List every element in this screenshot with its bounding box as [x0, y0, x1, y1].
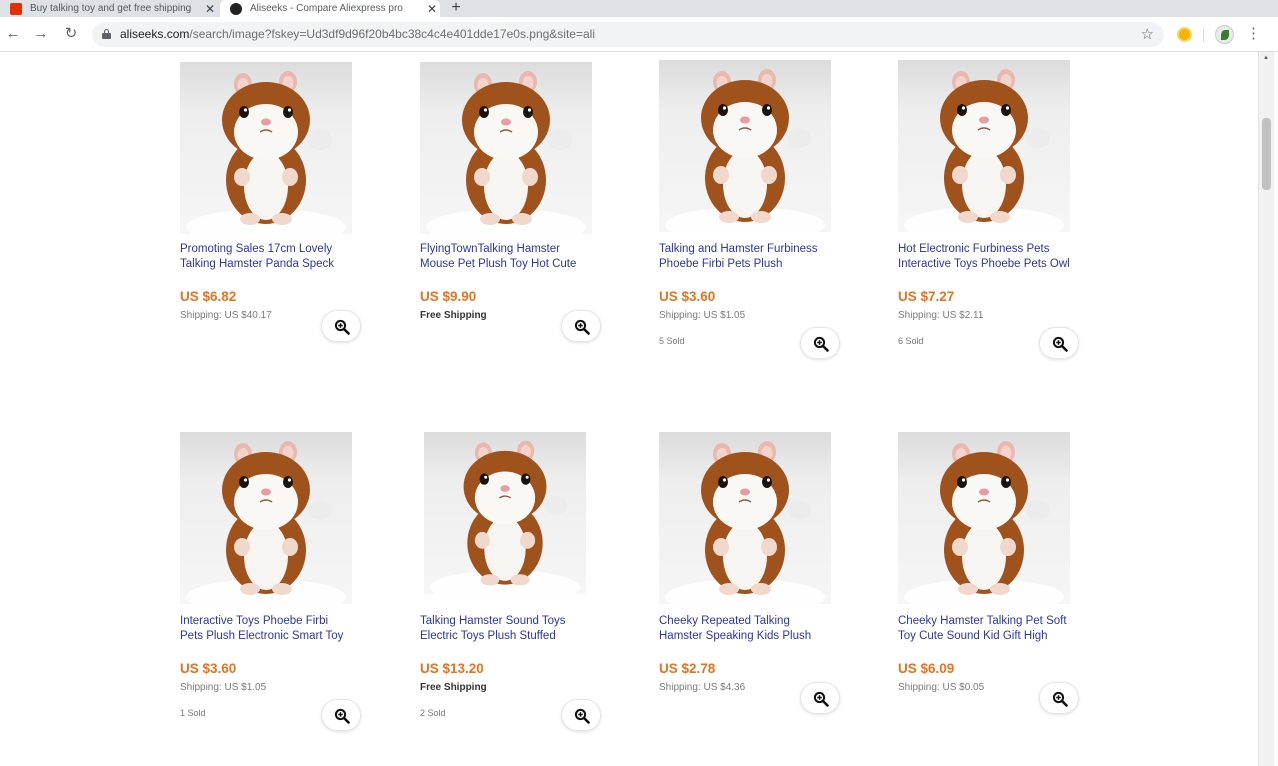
product-card[interactable]: Talking Hamster Sound Toys Electric Toys…: [420, 424, 620, 731]
magnifier-plus-icon: [574, 319, 590, 335]
product-card[interactable]: Talking and Hamster Furbiness Phoebe Fir…: [659, 52, 859, 359]
sold-count: 6 Sold: [898, 336, 924, 346]
hamster-plush-picture: [904, 69, 1064, 232]
product-title-link[interactable]: FlyingTownTalking Hamster Mouse Pet Plus…: [420, 242, 620, 272]
reload-icon[interactable]: ↻: [60, 23, 82, 45]
product-price: US $3.60: [659, 289, 716, 304]
sold-count: 5 Sold: [659, 336, 685, 346]
magnifier-plus-icon: [574, 708, 590, 724]
shipping-info: Free Shipping: [420, 310, 487, 321]
shipping-info: Shipping: US $4.36: [659, 682, 746, 693]
product-card[interactable]: FlyingTownTalking Hamster Mouse Pet Plus…: [420, 52, 620, 352]
zoom-button[interactable]: [561, 310, 601, 342]
product-title-link[interactable]: Talking Hamster Sound Toys Electric Toys…: [420, 614, 620, 644]
shipping-info: Shipping: US $1.05: [180, 682, 267, 693]
url-text[interactable]: aliseeks.com/search/image?fskey=Ud3df9d9…: [120, 27, 595, 41]
product-image[interactable]: [420, 62, 592, 234]
toolbar-divider: [1203, 28, 1204, 42]
tab-aliexpress[interactable]: Buy talking toy and get free shipping ✕: [0, 0, 218, 17]
scrollbar-thumb[interactable]: [1262, 118, 1271, 190]
zoom-button[interactable]: [561, 699, 601, 731]
zoom-button[interactable]: [321, 310, 361, 342]
aliexpress-icon: [10, 2, 22, 15]
shipping-info: Free Shipping: [420, 682, 487, 693]
product-price: US $3.60: [180, 661, 237, 676]
product-price: US $2.78: [659, 661, 716, 676]
product-card[interactable]: Cheeky Hamster Talking Pet Soft Toy Cute…: [898, 424, 1098, 724]
shipping-info: Shipping: US $1.05: [659, 310, 746, 321]
tab-aliseeks[interactable]: Aliseeks - Compare Aliexpress pro ✕: [220, 0, 440, 17]
scroll-up-arrow-icon[interactable]: ▲: [1263, 55, 1269, 61]
forward-arrow-icon[interactable]: →: [30, 23, 52, 45]
zoom-button[interactable]: [1039, 327, 1079, 359]
product-price: US $6.09: [898, 661, 955, 676]
sold-count: 1 Sold: [180, 708, 206, 718]
url-host: aliseeks.com: [120, 27, 190, 41]
sold-count: 2 Sold: [420, 708, 446, 718]
product-title-link[interactable]: Talking and Hamster Furbiness Phoebe Fir…: [659, 242, 859, 272]
magnifier-plus-icon: [1052, 691, 1068, 707]
back-arrow-icon[interactable]: ←: [2, 23, 24, 45]
address-bar[interactable]: aliseeks.com/search/image?fskey=Ud3df9d9…: [92, 22, 1164, 47]
product-title-link[interactable]: Hot Electronic Furbiness Pets Interactiv…: [898, 242, 1098, 272]
product-price: US $13.20: [420, 661, 484, 676]
close-icon[interactable]: ✕: [202, 2, 218, 16]
hamster-plush-picture: [186, 441, 346, 604]
shipping-info: Shipping: US $40.17: [180, 310, 272, 321]
hamster-plush-picture: [904, 441, 1064, 604]
product-image[interactable]: [659, 60, 831, 232]
hamster-plush-picture: [429, 440, 581, 594]
star-icon[interactable]: ☆: [1141, 25, 1154, 43]
magnifier-plus-icon: [334, 708, 350, 724]
aliseeks-icon: [230, 2, 242, 15]
magnifier-plus-icon: [334, 319, 350, 335]
hamster-plush-picture: [665, 69, 825, 232]
product-price: US $7.27: [898, 289, 955, 304]
lock-icon: [102, 29, 111, 39]
hamster-plush-picture: [426, 71, 586, 234]
product-image[interactable]: [659, 432, 831, 604]
product-image[interactable]: [898, 432, 1070, 604]
product-card[interactable]: Interactive Toys Phoebe Firbi Pets Plush…: [180, 424, 380, 731]
zoom-button[interactable]: [800, 682, 840, 714]
browser-toolbar: ← → ↻ aliseeks.com/search/image?fskey=Ud…: [0, 17, 1278, 52]
product-card[interactable]: Hot Electronic Furbiness Pets Interactiv…: [898, 52, 1098, 359]
product-title-link[interactable]: Promoting Sales 17cm Lovely Talking Hams…: [180, 242, 380, 272]
close-icon[interactable]: ✕: [424, 2, 440, 16]
shipping-info: Shipping: US $0.05: [898, 682, 985, 693]
extension-icon[interactable]: [1177, 27, 1192, 42]
scrollbar[interactable]: ▲: [1258, 52, 1274, 766]
new-tab-button[interactable]: +: [446, 0, 466, 17]
product-title-link[interactable]: Cheeky Hamster Talking Pet Soft Toy Cute…: [898, 614, 1098, 644]
url-path: /search/image?fskey=Ud3df9d96f20b4bc38c4…: [189, 27, 595, 41]
magnifier-plus-icon: [813, 336, 829, 352]
zoom-button[interactable]: [800, 327, 840, 359]
magnifier-plus-icon: [813, 691, 829, 707]
product-card[interactable]: Promoting Sales 17cm Lovely Talking Hams…: [180, 52, 380, 352]
product-image[interactable]: [898, 60, 1070, 232]
product-image[interactable]: [424, 432, 586, 594]
product-price: US $6.82: [180, 289, 237, 304]
tab-strip: Buy talking toy and get free shipping ✕ …: [0, 0, 1278, 17]
hamster-plush-picture: [186, 71, 346, 234]
product-card[interactable]: Cheeky Repeated Talking Hamster Speaking…: [659, 424, 859, 724]
product-title-link[interactable]: Interactive Toys Phoebe Firbi Pets Plush…: [180, 614, 380, 644]
product-price: US $9.90: [420, 289, 477, 304]
product-grid: Promoting Sales 17cm Lovely Talking Hams…: [0, 52, 1258, 766]
hamster-plush-picture: [665, 441, 825, 604]
kebab-menu-icon[interactable]: ⋮: [1246, 25, 1261, 43]
shipping-info: Shipping: US $2.11: [898, 310, 984, 321]
magnifier-plus-icon: [1052, 336, 1068, 352]
avatar[interactable]: [1215, 25, 1234, 44]
product-title-link[interactable]: Cheeky Repeated Talking Hamster Speaking…: [659, 614, 859, 644]
product-image[interactable]: [180, 62, 352, 234]
tab-title: Buy talking toy and get free shipping: [30, 3, 192, 14]
product-image[interactable]: [180, 432, 352, 604]
zoom-button[interactable]: [1039, 682, 1079, 714]
zoom-button[interactable]: [321, 699, 361, 731]
tab-title: Aliseeks - Compare Aliexpress pro: [250, 3, 403, 14]
